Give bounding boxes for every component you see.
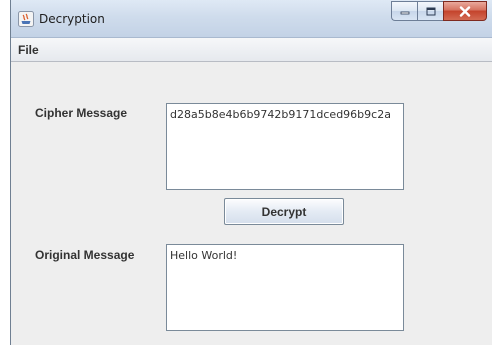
- menu-file[interactable]: File: [15, 43, 42, 57]
- minimize-button[interactable]: [391, 1, 417, 21]
- original-message-text: Hello World!: [170, 249, 238, 262]
- decryption-window: Decryption File Cipher Message d28a5b8e4…: [10, 0, 492, 345]
- maximize-button[interactable]: [417, 1, 443, 21]
- close-button[interactable]: [443, 1, 487, 21]
- window-controls: [391, 1, 487, 21]
- title-bar[interactable]: Decryption: [11, 0, 492, 38]
- original-message-label: Original Message: [35, 248, 135, 262]
- java-app-icon: [18, 11, 34, 27]
- minimize-icon: [400, 11, 409, 15]
- cipher-message-text: d28a5b8e4b6b9742b9171dced96b9c2a: [170, 108, 391, 121]
- menu-bar: File: [11, 38, 492, 62]
- window-title: Decryption: [39, 12, 105, 26]
- original-message-textarea[interactable]: Hello World!: [166, 244, 404, 331]
- cipher-message-label: Cipher Message: [35, 106, 128, 120]
- close-icon: [459, 5, 471, 17]
- decrypt-button[interactable]: Decrypt: [224, 198, 344, 225]
- decrypt-button-label: Decrypt: [261, 204, 307, 219]
- cipher-message-textarea[interactable]: d28a5b8e4b6b9742b9171dced96b9c2a: [166, 103, 404, 190]
- maximize-icon: [426, 7, 435, 15]
